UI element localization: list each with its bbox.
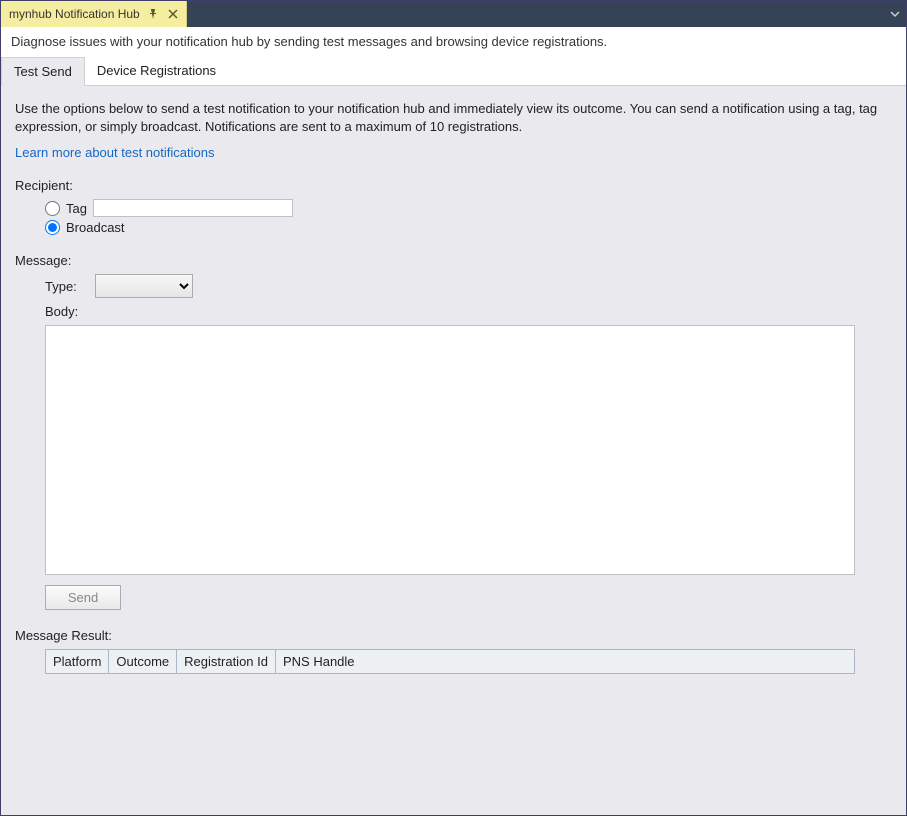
radio-tag-label: Tag [66,201,87,216]
result-header-row: Platform Outcome Registration Id PNS Han… [46,650,855,674]
body-label: Body: [45,304,85,319]
close-icon[interactable] [166,7,180,21]
tag-input[interactable] [93,199,293,217]
send-button[interactable]: Send [45,585,121,610]
message-label: Message: [15,253,892,268]
result-table: Platform Outcome Registration Id PNS Han… [45,649,855,674]
col-platform[interactable]: Platform [46,650,109,674]
titlebar-menu[interactable] [890,1,906,27]
tab-device-registrations[interactable]: Device Registrations [85,57,228,85]
intro-text: Use the options below to send a test not… [15,100,892,135]
type-select[interactable] [95,274,193,298]
titlebar: mynhub Notification Hub [1,1,906,27]
col-registration-id[interactable]: Registration Id [177,650,276,674]
radio-tag[interactable] [45,201,60,216]
radio-broadcast-label: Broadcast [66,220,125,235]
body-textarea[interactable] [45,325,855,575]
view-tabs: Test Send Device Registrations [1,57,906,86]
document-tab-title: mynhub Notification Hub [9,7,140,21]
page-subheader: Diagnose issues with your notification h… [1,27,906,57]
learn-more-link[interactable]: Learn more about test notifications [15,145,214,160]
radio-broadcast[interactable] [45,220,60,235]
document-tab[interactable]: mynhub Notification Hub [1,1,187,27]
recipient-label: Recipient: [15,178,892,193]
result-label: Message Result: [15,628,892,643]
pin-icon[interactable] [146,7,160,21]
tab-test-send[interactable]: Test Send [1,57,85,86]
window: mynhub Notification Hub Diagnose issues … [0,0,907,816]
content-area: Use the options below to send a test not… [1,86,906,815]
chevron-down-icon [890,9,900,19]
col-outcome[interactable]: Outcome [109,650,177,674]
type-label: Type: [45,279,85,294]
col-pns-handle[interactable]: PNS Handle [275,650,854,674]
